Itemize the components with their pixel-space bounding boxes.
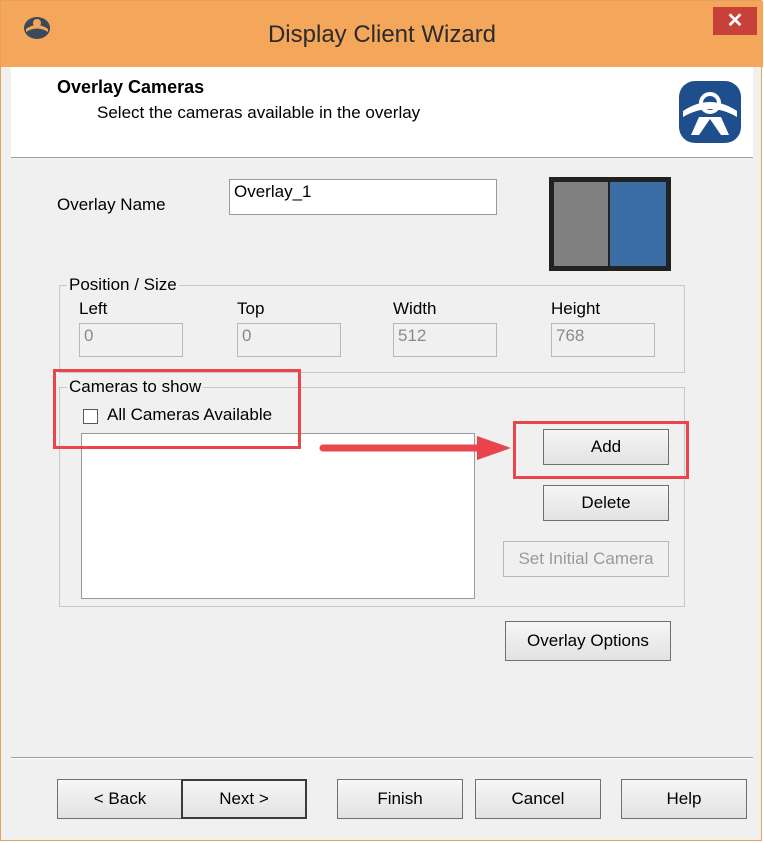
back-button[interactable]: < Back <box>57 779 183 819</box>
next-button[interactable]: Next > <box>181 779 307 819</box>
wizard-header: Overlay Cameras Select the cameras avail… <box>11 67 753 158</box>
window-title: Display Client Wizard <box>267 21 497 48</box>
set-initial-camera-button[interactable]: Set Initial Camera <box>503 541 669 577</box>
top-input[interactable]: 0 <box>237 323 341 357</box>
close-button[interactable]: ✕ <box>713 7 757 35</box>
title-bar: Display Client Wizard ✕ <box>1 1 763 67</box>
thinmanager-logo-icon <box>679 81 741 143</box>
overlay-name-input[interactable]: Overlay_1 <box>229 179 497 215</box>
footer-separator <box>11 757 753 759</box>
height-input[interactable]: 768 <box>551 323 655 357</box>
left-label: Left <box>79 299 108 318</box>
highlight-add-button <box>513 421 689 479</box>
wizard-body: Overlay Cameras Select the cameras avail… <box>11 67 753 833</box>
page-title: Overlay Cameras <box>57 77 205 97</box>
finish-button[interactable]: Finish <box>337 779 463 819</box>
width-input[interactable]: 512 <box>393 323 497 357</box>
page-subtitle: Select the cameras available in the over… <box>97 103 421 122</box>
preview-left-pane <box>554 182 608 266</box>
highlight-all-cameras <box>53 369 301 449</box>
overlay-options-button[interactable]: Overlay Options <box>505 621 671 661</box>
overlay-layout-preview <box>549 177 671 271</box>
help-button[interactable]: Help <box>621 779 747 819</box>
top-label: Top <box>237 299 265 318</box>
preview-right-pane <box>610 182 666 266</box>
height-label: Height <box>551 299 601 318</box>
delete-button[interactable]: Delete <box>543 485 669 521</box>
close-icon: ✕ <box>726 10 744 32</box>
overlay-name-label: Overlay Name <box>57 195 166 214</box>
position-size-group-label: Position / Size <box>67 275 179 295</box>
annotation-arrow-icon <box>319 436 511 460</box>
cancel-button[interactable]: Cancel <box>475 779 601 819</box>
left-input[interactable]: 0 <box>79 323 183 357</box>
width-label: Width <box>393 299 437 318</box>
wizard-window: Display Client Wizard ✕ Overlay Cameras … <box>0 0 763 841</box>
